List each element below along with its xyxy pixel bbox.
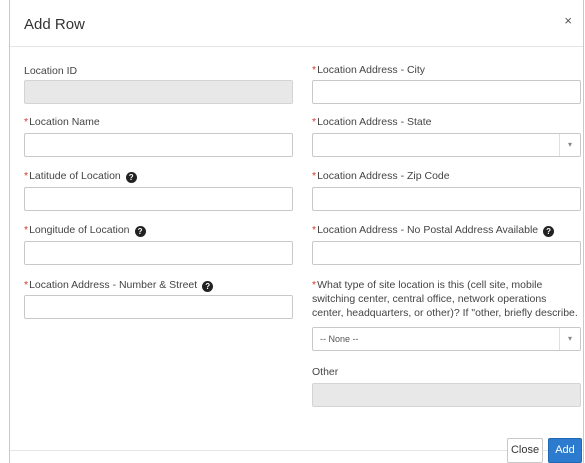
no-postal-label-text: Location Address - No Postal Address Ava…	[317, 224, 539, 236]
latitude-input[interactable]	[24, 187, 293, 211]
help-icon[interactable]: ?	[125, 172, 137, 183]
dialog-header: Add Row ×	[10, 0, 583, 47]
site-type-label-text: What type of site location is this (cell…	[312, 279, 578, 319]
street-label-text: Location Address - Number & Street	[29, 279, 198, 291]
latitude-label: *Latitude of Location?	[24, 169, 137, 183]
location-name-label: *Location Name	[24, 115, 100, 129]
location-id-label-text: Location ID	[24, 65, 78, 77]
required-marker: *	[312, 64, 317, 76]
state-label: *Location Address - State	[312, 115, 432, 129]
site-type-select[interactable]: -- None -- ▾	[312, 327, 581, 351]
required-marker: *	[312, 279, 317, 291]
close-button[interactable]: Close	[507, 438, 543, 463]
add-button[interactable]: Add	[548, 438, 582, 463]
help-icon[interactable]: ?	[134, 226, 146, 237]
latitude-label-text: Latitude of Location	[29, 170, 121, 182]
state-select[interactable]: ▾	[312, 133, 581, 157]
required-marker: *	[24, 224, 29, 236]
state-label-text: Location Address - State	[317, 116, 432, 128]
required-marker: *	[24, 170, 29, 182]
longitude-label: *Longitude of Location?	[24, 223, 146, 237]
required-marker: *	[24, 116, 29, 128]
required-marker: *	[312, 170, 317, 182]
site-type-select-value: -- None --	[320, 334, 359, 344]
other-label-text: Other	[312, 366, 339, 378]
other-label: Other	[312, 365, 338, 379]
zip-input[interactable]	[312, 187, 581, 211]
location-id-input	[24, 80, 293, 104]
close-icon[interactable]: ×	[564, 13, 572, 28]
dialog-title: Add Row	[24, 16, 85, 33]
no-postal-input[interactable]	[312, 241, 581, 265]
location-id-label: Location ID	[24, 64, 77, 78]
help-icon[interactable]: ?	[543, 226, 555, 237]
longitude-label-text: Longitude of Location	[29, 224, 130, 236]
required-marker: *	[312, 116, 317, 128]
other-input	[312, 383, 581, 407]
location-name-label-text: Location Name	[29, 116, 100, 128]
required-marker: *	[24, 279, 29, 291]
chevron-down-icon: ▾	[559, 134, 580, 156]
chevron-down-icon: ▾	[559, 328, 580, 350]
street-label: *Location Address - Number & Street?	[24, 278, 214, 292]
city-input[interactable]	[312, 80, 581, 104]
add-row-dialog: Add Row × Location ID *Location Name *La…	[9, 0, 584, 463]
zip-label: *Location Address - Zip Code	[312, 169, 450, 183]
street-input[interactable]	[24, 295, 293, 319]
help-icon[interactable]: ?	[202, 281, 214, 292]
zip-label-text: Location Address - Zip Code	[317, 170, 450, 182]
site-type-label: *What type of site location is this (cel…	[312, 278, 580, 320]
longitude-input[interactable]	[24, 241, 293, 265]
required-marker: *	[312, 224, 317, 236]
location-name-input[interactable]	[24, 133, 293, 157]
no-postal-label: *Location Address - No Postal Address Av…	[312, 223, 555, 237]
city-label-text: Location Address - City	[317, 64, 426, 76]
city-label: *Location Address - City	[312, 63, 425, 77]
dialog-footer-divider	[10, 450, 583, 452]
